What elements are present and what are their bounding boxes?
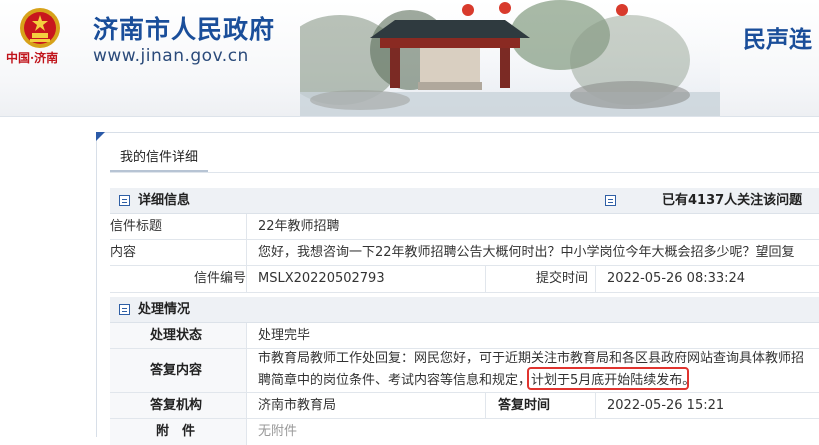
list-icon [119, 304, 130, 315]
reply-content-line2-part1: 聘简章中的岗位条件、考试内容等信息和规定， [258, 373, 532, 388]
table-row: 信件编号 MSLX20220502793 提交时间 2022-05-26 08:… [110, 266, 819, 293]
list-icon [119, 195, 130, 206]
column-divider [595, 393, 596, 418]
reply-content-label: 答复内容 [150, 363, 203, 378]
table-row: 附 件 无附件 [110, 419, 819, 445]
followers-count: 已有4137人关注该问题 [662, 193, 803, 208]
reply-org-value: 济南市教育局 [258, 398, 337, 413]
column-divider [246, 240, 247, 265]
column-divider [246, 393, 247, 418]
column-divider [246, 419, 247, 445]
column-divider [246, 323, 247, 348]
column-divider [246, 266, 247, 292]
reply-time-value: 2022-05-26 15:21 [607, 398, 725, 413]
reply-org-label: 答复机构 [150, 398, 203, 413]
detail-section-header: 详细信息 已有4137人关注该问题 [110, 188, 819, 214]
column-divider [485, 266, 486, 292]
title-label: 信件标题 [110, 219, 163, 234]
submit-time-value: 2022-05-26 08:33:24 [607, 271, 746, 286]
tab-my-letter-detail[interactable]: 我的信件详细 [110, 146, 209, 172]
list-icon [605, 195, 616, 206]
site-header: 中国·济南 济南市人民政府 www.jinan.gov.cn 民声连 [0, 0, 819, 117]
channel-title: 民声连 [743, 27, 812, 53]
column-divider [595, 266, 596, 292]
column-divider [246, 349, 247, 392]
tab-divider [110, 172, 819, 173]
table-row: 处理状态 处理完毕 [110, 323, 819, 349]
title-value: 22年教师招聘 [258, 219, 340, 234]
highlight-annotation-box [527, 367, 689, 390]
status-label: 处理状态 [150, 328, 203, 343]
national-emblem-icon [20, 8, 60, 48]
letter-number-value: MSLX20220502793 [258, 271, 385, 286]
status-value: 处理完毕 [258, 328, 311, 343]
site-url[interactable]: www.jinan.gov.cn [93, 46, 249, 66]
submit-time-label: 提交时间 [536, 271, 589, 286]
reply-time-label: 答复时间 [498, 398, 551, 413]
table-row: 答复内容 市教育局教师工作处回复：网民您好，可于近期关注市教育局和各区县政府网站… [110, 349, 819, 393]
attachment-value[interactable]: 无附件 [258, 420, 297, 444]
content-label: 内容 [110, 245, 137, 260]
pavilion-scenery-banner [300, 0, 720, 116]
letter-number-label: 信件编号 [194, 271, 247, 286]
site-title[interactable]: 济南市人民政府 [93, 10, 275, 46]
table-row: 信件标题 22年教师招聘 [110, 214, 819, 240]
handling-section-title: 处理情况 [138, 302, 191, 317]
table-row: 内容 您好，我想咨询一下22年教师招聘公告大概何时出？中小学岗位今年大概会招多少… [110, 240, 819, 266]
frame-corner-marker [96, 132, 105, 141]
column-divider [485, 393, 486, 418]
content-value: 您好，我想咨询一下22年教师招聘公告大概何时出？中小学岗位今年大概会招多少呢？望… [258, 245, 795, 260]
attachment-label: 附 件 [156, 424, 196, 439]
city-slogan: 中国·济南 [6, 51, 59, 65]
detail-section-title: 详细信息 [138, 193, 191, 208]
column-divider [246, 214, 247, 239]
table-row: 答复机构 济南市教育局 答复时间 2022-05-26 15:21 [110, 393, 819, 419]
handling-section-header: 处理情况 [110, 297, 819, 323]
